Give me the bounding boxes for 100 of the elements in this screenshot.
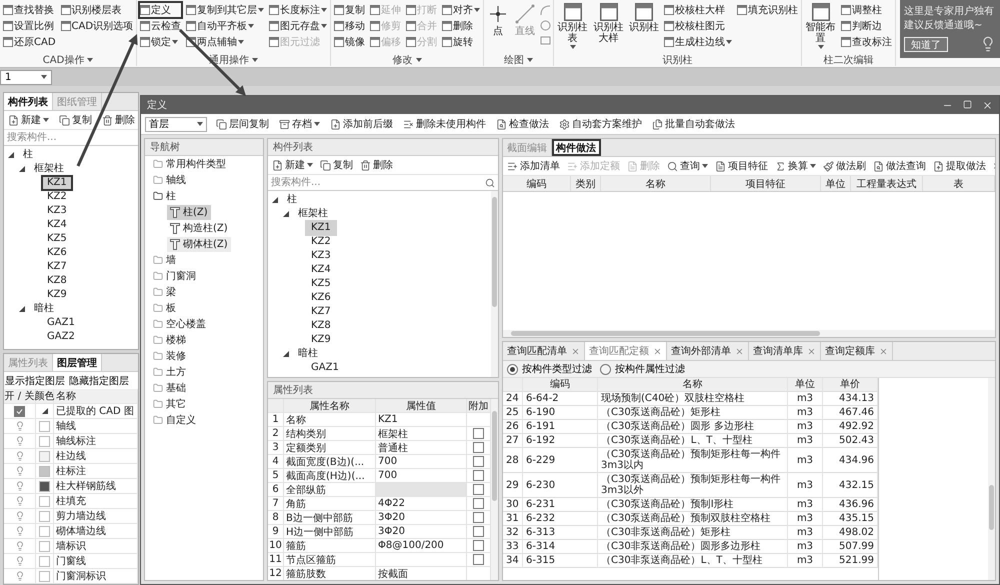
tree-item[interactable]: KZ5 xyxy=(41,231,73,247)
checkbox[interactable] xyxy=(473,526,484,537)
ribbon-button[interactable]: 两点辅轴 xyxy=(185,34,266,50)
color-swatch[interactable] xyxy=(39,556,50,566)
checkbox[interactable] xyxy=(473,540,484,551)
ribbon-button[interactable]: 对齐 xyxy=(441,2,482,18)
checkbox[interactable] xyxy=(473,512,484,523)
panel-tab[interactable]: 构件做法 xyxy=(552,139,601,156)
nav-item[interactable]: 楼梯 xyxy=(150,332,189,348)
tree-item[interactable]: 暗柱 xyxy=(28,301,60,317)
layer-button[interactable]: 显示指定图层 xyxy=(5,374,65,388)
toolbar-button[interactable]: 存档 xyxy=(278,117,321,131)
floor-select[interactable]: 1 xyxy=(0,70,52,84)
floor-select[interactable]: 首层 xyxy=(145,116,207,132)
ribbon-button[interactable]: 移动 xyxy=(333,18,366,34)
color-swatch[interactable] xyxy=(39,496,50,506)
toolbar-button[interactable]: 添加前后缀 xyxy=(329,117,394,131)
ribbon-button[interactable]: 调整柱 xyxy=(840,2,894,18)
ribbon-button[interactable]: 云检查 xyxy=(139,18,182,34)
nav-item[interactable]: 柱 xyxy=(150,188,179,204)
property-value[interactable]: 3Φ20 xyxy=(376,525,467,539)
ribbon-button[interactable]: 识别楼层表 xyxy=(60,2,134,18)
tree-item[interactable]: KZ3 xyxy=(41,203,73,219)
nav-item[interactable]: 自定义 xyxy=(150,412,199,428)
ribbon-button[interactable]: 还原CAD xyxy=(2,34,57,50)
ribbon-button[interactable]: 定义 xyxy=(139,2,182,18)
color-swatch[interactable] xyxy=(39,436,50,446)
tree-item[interactable]: 框架柱 xyxy=(28,161,70,177)
ribbon-button[interactable]: 识别柱 xyxy=(628,2,660,53)
ribbon-button[interactable]: 识别柱大样 xyxy=(592,2,626,53)
tree-item[interactable]: KZ1 xyxy=(305,220,337,236)
checkbox[interactable] xyxy=(473,470,484,481)
nav-item[interactable]: 砌体柱(Z) xyxy=(167,236,231,252)
toolbar-button[interactable]: 新建 xyxy=(7,113,50,127)
ribbon-button[interactable]: 查改标注 xyxy=(840,34,894,50)
expand-icon[interactable] xyxy=(8,152,14,158)
property-value[interactable]: KZ1 xyxy=(376,413,467,427)
color-swatch[interactable] xyxy=(39,526,50,536)
panel-tab[interactable]: 构件列表 xyxy=(4,93,53,110)
ribbon-button[interactable]: 判断边 xyxy=(840,18,894,34)
toolbar-button[interactable]: 批量自动套做法 xyxy=(651,117,736,131)
tree-item[interactable]: KZ8 xyxy=(41,273,73,289)
ribbon-button[interactable]: 复制 xyxy=(333,2,366,18)
property-value[interactable]: 按截面 xyxy=(376,567,467,580)
toolbar-button[interactable]: 提取做法 xyxy=(932,159,987,173)
ribbon-button[interactable]: 图元存盘 xyxy=(268,18,328,34)
expand-icon[interactable] xyxy=(42,408,48,414)
expand-icon[interactable] xyxy=(19,306,25,312)
tree-item[interactable]: KZ9 xyxy=(305,332,337,348)
tree-item[interactable]: KZ7 xyxy=(305,304,337,320)
checkbox[interactable] xyxy=(14,406,25,416)
search-field[interactable]: 搜索构件... xyxy=(7,132,135,143)
scrollbar[interactable] xyxy=(491,399,498,580)
color-swatch[interactable] xyxy=(39,480,50,492)
checkbox[interactable] xyxy=(473,456,484,467)
checkbox[interactable] xyxy=(473,498,484,509)
tree-item[interactable]: KZ2 xyxy=(41,189,73,205)
nav-item[interactable]: 板 xyxy=(150,300,179,316)
tree-item[interactable]: GAZ1 xyxy=(41,315,81,331)
tree-item[interactable]: 框架柱 xyxy=(292,206,334,222)
ribbon-button[interactable]: 自动平齐板 xyxy=(185,18,266,34)
rectangle-icon[interactable] xyxy=(540,35,552,46)
expand-icon[interactable] xyxy=(283,351,289,357)
property-value[interactable]: 4Φ22 xyxy=(376,497,467,511)
toolbar-button[interactable]: 删除未使用构件 xyxy=(402,117,487,131)
toolbar-button[interactable]: 换算 xyxy=(774,159,817,173)
ribbon-button[interactable]: 查找替换 xyxy=(2,2,57,18)
query-tab[interactable]: 查询匹配定额 xyxy=(585,342,667,360)
nav-item[interactable]: 墙 xyxy=(150,252,179,268)
panel-tab[interactable]: 图层管理 xyxy=(53,354,102,371)
ribbon-button[interactable]: 点 xyxy=(486,2,510,53)
ribbon-button[interactable]: 设置比例 xyxy=(2,18,57,34)
tree-item[interactable]: GAZ1 xyxy=(305,360,345,376)
nav-item[interactable]: 其它 xyxy=(150,396,189,412)
property-value[interactable]: 普通柱 xyxy=(376,441,467,455)
toolbar-button[interactable]: 查询 xyxy=(666,159,709,173)
color-swatch[interactable] xyxy=(39,466,50,476)
radio-button[interactable]: 按构件类型过滤 xyxy=(507,362,592,376)
nav-item[interactable]: 梁 xyxy=(150,284,179,300)
nav-item[interactable]: 常用构件类型 xyxy=(150,156,229,172)
search-field[interactable]: 搜索构件... xyxy=(271,177,485,188)
color-swatch[interactable] xyxy=(39,420,50,432)
nav-item[interactable]: 空心楼盖 xyxy=(150,316,209,332)
radio-button[interactable]: 按构件属性过滤 xyxy=(600,362,685,376)
ribbon-button[interactable]: 校核柱大样 xyxy=(663,2,734,18)
property-value[interactable]: 框架柱 xyxy=(376,427,467,441)
ribbon-button[interactable]: 删除 xyxy=(441,18,482,34)
ribbon-button[interactable]: 旋转 xyxy=(441,34,482,50)
tree-item[interactable]: 柱 xyxy=(17,147,39,163)
tree-item[interactable]: 暗柱 xyxy=(292,346,324,362)
scrollbar[interactable] xyxy=(491,191,498,377)
property-value[interactable]: 3Φ20 xyxy=(376,511,467,525)
toolbar-button[interactable]: 做法查询 xyxy=(872,159,927,173)
expand-icon[interactable] xyxy=(283,211,289,217)
toolbar-button[interactable]: 复制 xyxy=(319,158,354,172)
color-swatch[interactable] xyxy=(39,540,50,552)
toolbar-button[interactable]: 项目特征 xyxy=(714,159,769,173)
ribbon-button[interactable]: 校核柱图元 xyxy=(663,18,734,34)
checkbox[interactable] xyxy=(473,554,484,565)
tree-item[interactable]: KZ5 xyxy=(305,276,337,292)
